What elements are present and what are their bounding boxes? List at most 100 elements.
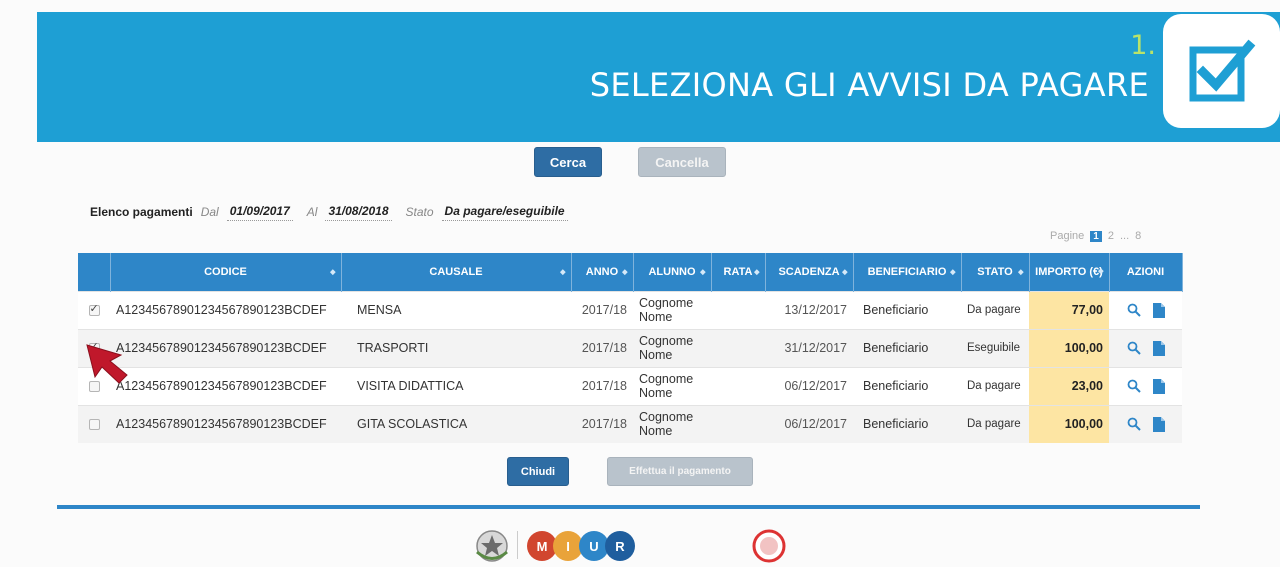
table-row[interactable]: A12345678901234567890123BCDEF VISITA DIDA… [78,366,1182,405]
cell-beneficiario: Beneficiario [853,328,961,367]
stato-value: Da pagare/eseguibile [441,204,568,221]
cell-scadenza: 06/12/2017 [765,404,853,443]
header-anno[interactable]: ANNO ◆ [571,253,634,291]
cell-anno: 2017/18 [571,290,633,329]
search-icon[interactable] [1127,417,1141,432]
search-icon[interactable] [1127,379,1141,393]
header-stato[interactable]: STATO ◆ [961,253,1030,291]
sort-icon[interactable]: ◆ [560,268,565,276]
cell-importo: 100,00 [1029,328,1109,367]
logo-separator [517,531,518,559]
header-azioni: AZIONI [1109,253,1183,291]
sort-icon[interactable]: ◆ [1098,266,1103,278]
sort-icon[interactable]: ◆ [950,268,955,276]
header-codice[interactable]: CODICE ◆ [110,253,342,291]
cell-causale: TRASPORTI [341,328,571,367]
document-icon[interactable] [1152,302,1165,318]
cell-codice: A12345678901234567890123BCDEF [110,366,341,405]
search-icon[interactable] [1127,303,1141,317]
header-select [78,253,111,291]
cell-beneficiario: Beneficiario [853,404,961,443]
miur-letter-r: R [615,539,625,554]
cell-alunno: Cognome Nome [633,404,711,443]
cell-causale: VISITA DIDATTICA [341,366,571,405]
pagination: Pagine 1 2 ... 8 [1050,230,1141,242]
page-next[interactable]: 2 [1108,230,1114,242]
row-select-cell[interactable] [78,290,110,329]
summary-label: Elenco pagamenti [90,205,193,219]
table-row[interactable]: A12345678901234567890123BCDEFMENSA2017/1… [78,290,1182,329]
cell-alunno: Cognome Nome [633,328,711,367]
header-beneficiario[interactable]: BENEFICIARIO ◆ [853,253,962,291]
row-select-cell[interactable] [78,366,110,405]
document-icon[interactable] [1152,340,1165,356]
sort-icon[interactable]: ◆ [330,268,335,276]
page-current[interactable]: 1 [1090,230,1102,242]
page: 1. SELEZIONA GLI AVVISI DA PAGARE Cerca … [0,0,1280,567]
step-number: 1. [1130,30,1156,61]
cell-stato: Eseguibile [961,328,1029,367]
dal-value: 01/09/2017 [226,204,293,221]
cell-importo: 23,00 [1029,366,1109,405]
header-alunno[interactable]: ALUNNO ◆ [633,253,712,291]
filter-summary: Elenco pagamenti Dal 01/09/2017 Al 31/08… [90,202,582,222]
cell-stato: Da pagare [961,290,1029,329]
sort-icon[interactable]: ◆ [754,268,759,276]
checkbox-badge [1163,14,1280,128]
cell-alunno: Cognome Nome [633,290,711,329]
stato-label: Stato [405,205,434,219]
header-causale[interactable]: CAUSALE ◆ [341,253,572,291]
step-title: SELEZIONA GLI AVVISI DA PAGARE [589,66,1149,104]
cell-beneficiario: Beneficiario [853,366,961,405]
step-banner: 1. SELEZIONA GLI AVVISI DA PAGARE [37,12,1280,142]
header-scadenza[interactable]: SCADENZA ◆ [765,253,854,291]
cell-scadenza: 06/12/2017 [765,366,853,405]
al-value: 31/08/2018 [325,204,392,221]
cell-stato: Da pagare [961,366,1029,405]
repubblica-emblem [476,530,508,562]
cell-codice: A12345678901234567890123BCDEF [110,328,341,367]
table-row[interactable]: A12345678901234567890123BCDEF GITA SCOLAS… [78,404,1182,443]
cell-codice: A12345678901234567890123BCDEF [110,404,341,443]
row-select-cell[interactable] [78,328,110,367]
row-checkbox[interactable] [88,419,100,431]
pagination-label: Pagine [1050,230,1085,242]
sort-icon[interactable]: ◆ [622,268,627,276]
sort-icon[interactable]: ◆ [700,268,705,276]
row-checkbox[interactable] [88,302,100,317]
search-icon[interactable] [1127,341,1141,355]
miur-logo: M I U R [527,531,635,561]
miur-letter-i: I [566,539,570,554]
document-icon[interactable] [1152,416,1165,432]
table-header-row: CODICE ◆ CAUSALE ◆ ANNO ◆ ALUNNO ◆ RATA ◆ SCA… [78,253,1183,291]
cell-scadenza: 13/12/2017 [765,290,853,329]
cell-anno: 2017/18 [571,404,633,443]
document-icon[interactable] [1152,378,1165,394]
cell-rata [711,404,765,443]
cell-beneficiario: Beneficiario [853,290,961,329]
cell-azioni [1109,366,1182,405]
chiudi-button[interactable]: Chiudi [507,457,569,486]
header-importo[interactable]: IMPORTO (€) ◆ [1029,253,1110,291]
miur-letter-u: U [589,539,598,554]
cell-causale: MENSA [341,290,571,329]
sort-icon[interactable]: ◆ [1018,268,1023,276]
cell-stato: Da pagare [961,404,1029,443]
miur-letter-m: M [537,539,548,554]
effettua-pagamento-button[interactable]: Effettua il pagamento [607,457,753,486]
page-last[interactable]: 8 [1135,230,1141,242]
checkbox-icon [1189,39,1255,102]
table-row[interactable]: A12345678901234567890123BCDEFTRASPORTI20… [78,328,1182,367]
cell-causale: GITA SCOLASTICA [341,404,571,443]
cell-codice: A12345678901234567890123BCDEF [110,290,341,329]
cell-rata [711,328,765,367]
sort-icon[interactable]: ◆ [842,268,847,276]
row-checkbox[interactable] [88,340,100,355]
row-select-cell[interactable] [78,404,110,443]
cell-azioni [1109,404,1182,443]
footer-divider [57,505,1200,509]
cancella-button[interactable]: Cancella [638,147,726,177]
row-checkbox[interactable] [88,381,100,393]
header-rata[interactable]: RATA ◆ [711,253,766,291]
cerca-button[interactable]: Cerca [534,147,602,177]
